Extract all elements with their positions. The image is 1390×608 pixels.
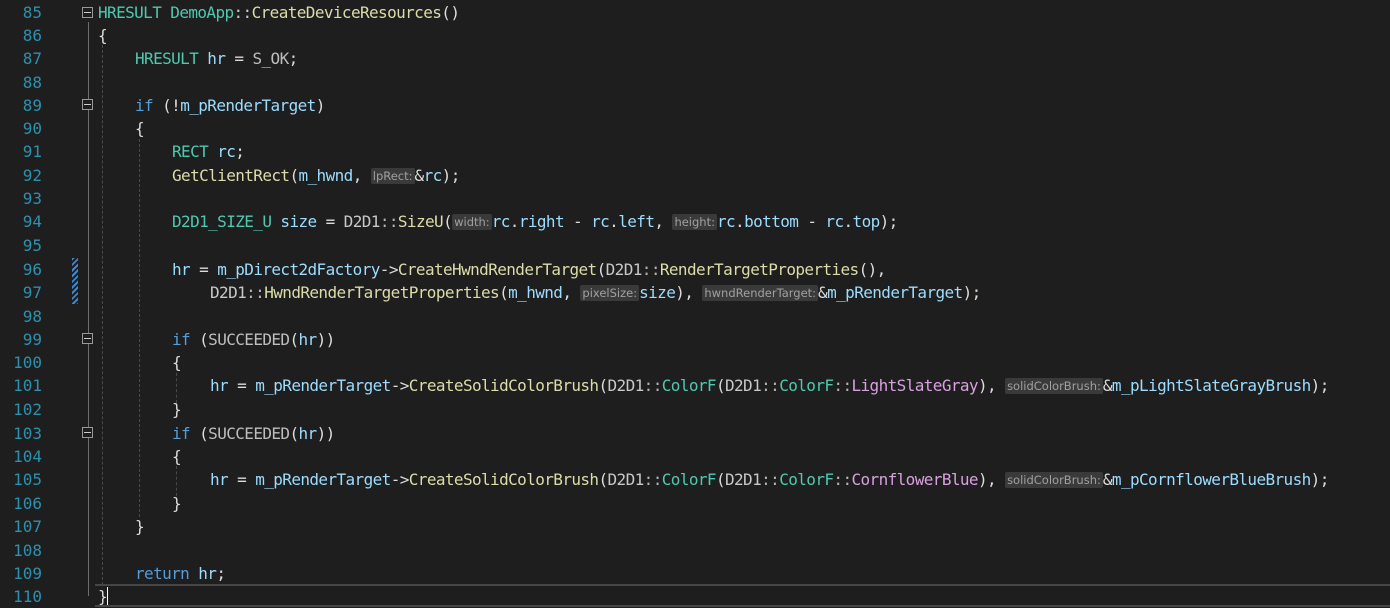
code-line[interactable]: 99 if (SUCCEEDED(hr)) (0, 328, 1390, 351)
code-line[interactable]: 107 } (0, 515, 1390, 538)
line-number: 88 (22, 73, 42, 92)
code-line[interactable]: 106 } (0, 492, 1390, 515)
code-line[interactable]: 90 { (0, 117, 1390, 140)
code-text: hr = m_pRenderTarget->CreateSolidColorBr… (210, 376, 1329, 395)
line-number: 99 (22, 330, 42, 349)
code-line[interactable]: 110 } (0, 585, 1390, 608)
line-number: 109 (13, 564, 42, 583)
code-text: } (172, 400, 182, 419)
code-line[interactable]: 89 if (!m_pRenderTarget) (0, 94, 1390, 117)
line-number: 90 (22, 119, 42, 138)
line-number: 108 (13, 541, 42, 560)
code-line[interactable]: 105 hr = m_pRenderTarget->CreateSolidCol… (0, 468, 1390, 491)
code-line[interactable]: 102 } (0, 398, 1390, 421)
line-number: 97 (22, 283, 42, 302)
code-text: HRESULT DemoApp::CreateDeviceResources() (98, 3, 460, 22)
code-line[interactable]: 95 (0, 234, 1390, 257)
code-text: HRESULT hr = S_OK; (135, 49, 298, 68)
line-number: 101 (13, 376, 42, 395)
code-line[interactable]: 108 (0, 539, 1390, 562)
line-number: 95 (22, 236, 42, 255)
code-text: hr = m_pRenderTarget->CreateSolidColorBr… (210, 470, 1329, 489)
line-number: 98 (22, 307, 42, 326)
line-number: 103 (13, 424, 42, 443)
parameter-hint: width: (452, 214, 492, 230)
code-line[interactable]: 91 RECT rc; (0, 140, 1390, 163)
code-text: { (172, 353, 182, 372)
code-line[interactable]: 100 { (0, 351, 1390, 374)
line-number: 92 (22, 166, 42, 185)
parameter-hint: solidColorBrush: (1005, 378, 1103, 394)
line-number: 107 (13, 517, 42, 536)
code-text: return hr; (135, 564, 226, 583)
line-number: 85 (22, 3, 42, 22)
code-line[interactable]: 87 HRESULT hr = S_OK; (0, 47, 1390, 70)
code-text: hr = m_pDirect2dFactory->CreateHwndRende… (172, 260, 886, 279)
line-number: 105 (13, 470, 42, 489)
code-line[interactable]: 104 { (0, 445, 1390, 468)
parameter-hint: hwndRenderTarget: (702, 285, 819, 301)
code-text: if (SUCCEEDED(hr)) (172, 330, 335, 349)
code-line[interactable]: 98 (0, 305, 1390, 328)
line-number: 104 (13, 447, 42, 466)
code-text: D2D1_SIZE_U size = D2D1::SizeU(width: rc.… (172, 212, 898, 231)
parameter-hint: solidColorBrush: (1005, 472, 1103, 488)
code-line[interactable]: 94 D2D1_SIZE_U size = D2D1::SizeU(width:… (0, 210, 1390, 233)
line-number: 96 (22, 260, 42, 279)
code-line[interactable]: 88 (0, 71, 1390, 94)
code-line[interactable]: 109 return hr; (0, 562, 1390, 585)
code-text: GetClientRect(m_hwnd, lpRect: &rc); (172, 166, 460, 185)
code-text: RECT rc; (172, 142, 245, 161)
line-number: 100 (13, 353, 42, 372)
parameter-hint: height: (672, 214, 717, 230)
line-number: 94 (22, 212, 42, 231)
code-line[interactable]: 92 GetClientRect(m_hwnd, lpRect: &rc); (0, 164, 1390, 187)
line-number: 106 (13, 494, 42, 513)
code-editor[interactable]: 85 HRESULT DemoApp::CreateDeviceResource… (0, 0, 1390, 608)
line-number: 93 (22, 189, 42, 208)
code-line[interactable]: 85 HRESULT DemoApp::CreateDeviceResource… (0, 1, 1390, 24)
code-text: { (98, 26, 108, 45)
code-line[interactable]: 103 if (SUCCEEDED(hr)) (0, 422, 1390, 445)
parameter-hint: pixelSize: (580, 285, 640, 301)
line-number: 89 (22, 96, 42, 115)
code-text: if (!m_pRenderTarget) (135, 96, 325, 115)
code-text: if (SUCCEEDED(hr)) (172, 424, 335, 443)
line-number: 110 (13, 587, 42, 606)
code-text: } (135, 517, 145, 536)
code-text: { (135, 119, 145, 138)
code-text: } (98, 587, 108, 606)
line-number: 102 (13, 400, 42, 419)
line-number: 86 (22, 26, 42, 45)
code-line[interactable]: 97 D2D1::HwndRenderTargetProperties(m_hw… (0, 281, 1390, 304)
line-number: 91 (22, 142, 42, 161)
parameter-hint: lpRect: (370, 168, 415, 184)
code-text: } (172, 494, 182, 513)
code-line[interactable]: 101 hr = m_pRenderTarget->CreateSolidCol… (0, 374, 1390, 397)
code-text: D2D1::HwndRenderTargetProperties(m_hwnd,… (210, 283, 981, 302)
code-line[interactable]: 96 hr = m_pDirect2dFactory->CreateHwndRe… (0, 258, 1390, 281)
code-line[interactable]: 86 { (0, 24, 1390, 47)
code-text: { (172, 447, 182, 466)
code-line[interactable]: 93 (0, 187, 1390, 210)
line-number: 87 (22, 49, 42, 68)
